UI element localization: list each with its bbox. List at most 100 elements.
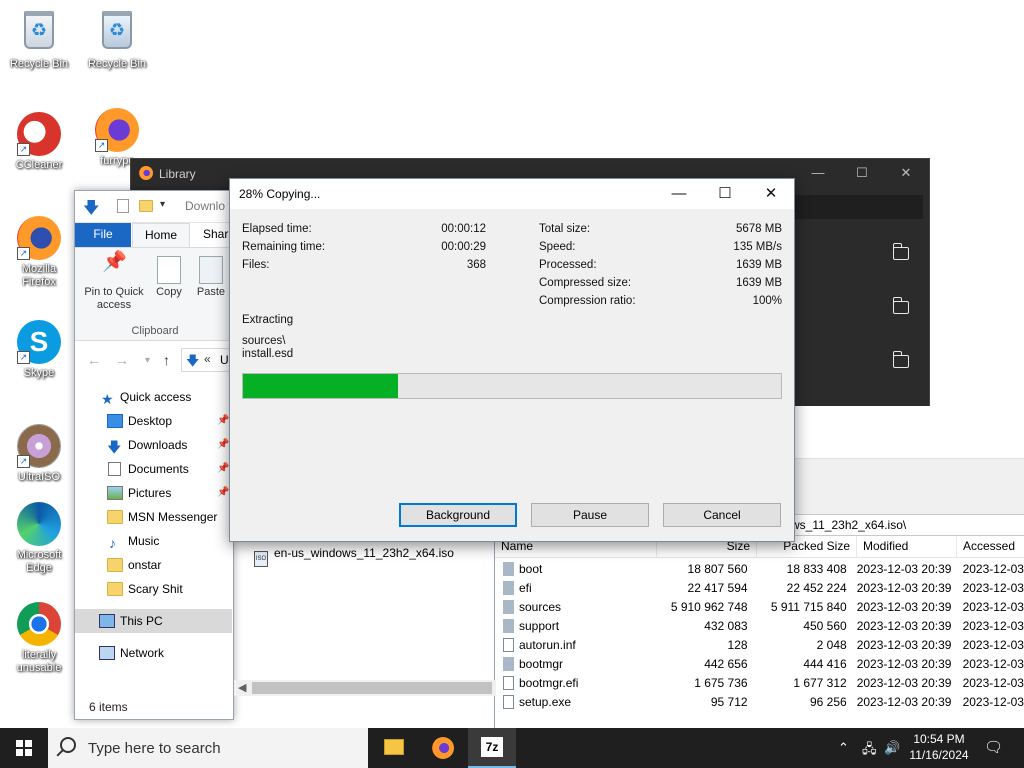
microsoft-edge-icon[interactable]: Microsoft Edge	[1, 502, 77, 575]
file-icon	[503, 694, 514, 709]
cell-accessed: 2023-12-03	[962, 694, 1024, 709]
taskbar-7zip[interactable]: 7z	[468, 728, 516, 768]
desktop-icon	[107, 414, 123, 428]
background-button[interactable]: Background	[399, 503, 517, 527]
notifications-icon[interactable]: 🗨	[984, 738, 1003, 756]
cell-modified: 2023-12-03 20:39	[856, 599, 952, 614]
clipboard-group-label: Clipboard	[131, 325, 179, 337]
list-item[interactable]: ISO en-us_windows_11_23h2_x64.iso	[254, 546, 454, 567]
pin-icon: 📌	[217, 487, 230, 498]
chrome-icon[interactable]: literally unusable	[1, 602, 77, 675]
copy-progress-dialog[interactable]: 28% Copying... — ☐ ✕ Elapsed time: 00:00…	[229, 178, 795, 542]
recent-chevron-icon[interactable]: ▾	[145, 355, 150, 366]
volume-icon[interactable]: 🔊	[884, 740, 900, 756]
taskbar-clock[interactable]: 10:54 PM 11/16/2024	[904, 731, 974, 763]
new-folder-icon[interactable]	[139, 200, 153, 212]
taskbar-file-explorer[interactable]	[370, 728, 418, 768]
nav-item-downloads[interactable]: 🡇 Downloads 📌	[75, 433, 232, 457]
table-row[interactable]: bootmgr 442 656 444 416 2023-12-03 20:39 202…	[495, 654, 1024, 673]
table-row[interactable]: boot 18 807 560 18 833 408 2023-12-03 20:39…	[495, 559, 1024, 578]
mozilla-firefox-icon[interactable]: ↗ Mozilla Firefox	[1, 216, 77, 289]
recycle-bin-icon[interactable]: ♻ Recycle Bin	[1, 8, 77, 71]
nav-item-msn-messenger[interactable]: MSN Messenger	[75, 505, 232, 529]
forward-arrow-icon[interactable]: →	[115, 352, 129, 368]
remaining-time-value: 00:00:29	[441, 241, 486, 253]
table-row[interactable]: setup.exe 95 712 96 256 2023-12-03 20:39 202…	[495, 692, 1024, 711]
nav-item-network[interactable]: Network	[75, 641, 232, 665]
pictures-icon	[107, 486, 123, 500]
shortcut-arrow-icon: ↗	[17, 143, 30, 156]
file-explorer-window[interactable]: 🡇 ▾ Downlo File Home Shar 📌 Pin to Quick…	[74, 190, 241, 720]
up-arrow-icon[interactable]: ↑	[163, 352, 170, 368]
nav-item-scary-shit[interactable]: Scary Shit	[75, 577, 232, 601]
folder-icon	[107, 558, 123, 572]
taskbar-firefox[interactable]	[419, 728, 467, 768]
table-row[interactable]: sources 5 910 962 748 5 911 715 840 2023-12…	[495, 597, 1024, 616]
pin-to-quick-access-button[interactable]: 📌 Pin to Quick access	[81, 252, 147, 312]
cell-packed-size: 22 452 224	[786, 580, 847, 595]
desktop-icon-label: Mozilla Firefox	[21, 263, 57, 288]
cancel-button[interactable]: Cancel	[663, 503, 781, 527]
desktop-icon-label: literally unusable	[16, 649, 62, 674]
library-search-field[interactable]	[793, 195, 923, 219]
desktop-icon-label: Microsoft Edge	[16, 549, 62, 574]
trash-icon: ♻	[24, 11, 54, 49]
horizontal-scrollbar[interactable]: ◀	[234, 680, 496, 696]
chevron-up-icon[interactable]: ⌃	[838, 740, 849, 756]
skype-icon[interactable]: S ↗ Skype	[1, 320, 77, 380]
breadcrumb-overflow[interactable]: «	[204, 352, 211, 366]
folder-icon	[503, 618, 514, 633]
minimize-icon[interactable]: —	[795, 165, 841, 180]
search-box[interactable]: Type here to search	[48, 728, 368, 768]
paste-button[interactable]: Paste	[193, 252, 229, 299]
table-row[interactable]: autorun.inf 128 2 048 2023-12-03 20:39 2023-…	[495, 635, 1024, 654]
file-name: efi	[519, 580, 532, 595]
nav-item-onstar[interactable]: onstar	[75, 553, 232, 577]
maximize-icon[interactable]: ☐	[702, 183, 748, 205]
start-button[interactable]	[0, 728, 48, 768]
nav-item-documents[interactable]: Documents 📌	[75, 457, 232, 481]
download-arrow-icon[interactable]: 🡇	[83, 197, 99, 224]
pause-button[interactable]: Pause	[531, 503, 649, 527]
close-icon[interactable]: ✕	[748, 183, 794, 205]
nav-item-music[interactable]: ♪ Music	[75, 529, 232, 553]
copy-button[interactable]: Copy	[151, 252, 187, 299]
folder-icon[interactable]	[892, 351, 909, 368]
nav-item-this-pc[interactable]: This PC	[75, 609, 232, 633]
column-header-modified[interactable]: Modified	[857, 536, 957, 558]
customize-chevron-icon[interactable]: ▾	[160, 199, 165, 210]
scroll-left-icon[interactable]: ◀	[238, 681, 246, 694]
windows-logo-icon	[16, 740, 32, 756]
table-row[interactable]: efi 22 417 594 22 452 224 2023-12-03 20:39 2…	[495, 578, 1024, 597]
iso-file-icon: ISO	[254, 551, 268, 567]
cell-size: 128	[727, 637, 748, 652]
close-icon[interactable]: ✕	[883, 165, 929, 181]
scrollbar-thumb[interactable]	[252, 682, 492, 694]
network-icon[interactable]: 🖧	[862, 740, 877, 762]
folder-icon[interactable]	[892, 243, 909, 260]
table-row[interactable]: bootmgr.efi 1 675 736 1 677 312 2023-12-03 …	[495, 673, 1024, 692]
nav-item-desktop[interactable]: Desktop 📌	[75, 409, 232, 433]
tab-file[interactable]: File	[75, 223, 131, 247]
nav-label: Scary Shit	[128, 582, 183, 596]
recycle-bin-full-icon[interactable]: ♻ Recycle Bin	[79, 8, 155, 71]
cell-size: 95 712	[710, 694, 748, 709]
nav-item-quick-access[interactable]: ★ Quick access	[75, 385, 232, 409]
back-arrow-icon[interactable]: ←	[87, 352, 101, 368]
folder-icon	[503, 561, 514, 576]
folder-icon[interactable]	[892, 297, 909, 314]
cell-size: 5 910 962 748	[670, 599, 748, 614]
ultraiso-icon[interactable]: ↗ UltraISO	[1, 424, 77, 484]
properties-icon[interactable]	[117, 199, 129, 213]
maximize-icon[interactable]: ☐	[839, 165, 885, 181]
ccleaner-icon[interactable]: ↗ CCleaner	[1, 112, 77, 172]
copy-icon	[157, 256, 181, 284]
nav-item-pictures[interactable]: Pictures 📌	[75, 481, 232, 505]
table-row[interactable]: support 432 083 450 560 2023-12-03 20:39 202…	[495, 616, 1024, 635]
copy-label: Copy	[156, 286, 182, 298]
tab-home[interactable]: Home	[132, 223, 191, 247]
file-icon	[503, 675, 514, 690]
cell-accessed: 2023-12-03	[962, 580, 1024, 595]
minimize-icon[interactable]: —	[656, 183, 702, 205]
column-header-accessed[interactable]: Accessed	[957, 536, 1024, 558]
